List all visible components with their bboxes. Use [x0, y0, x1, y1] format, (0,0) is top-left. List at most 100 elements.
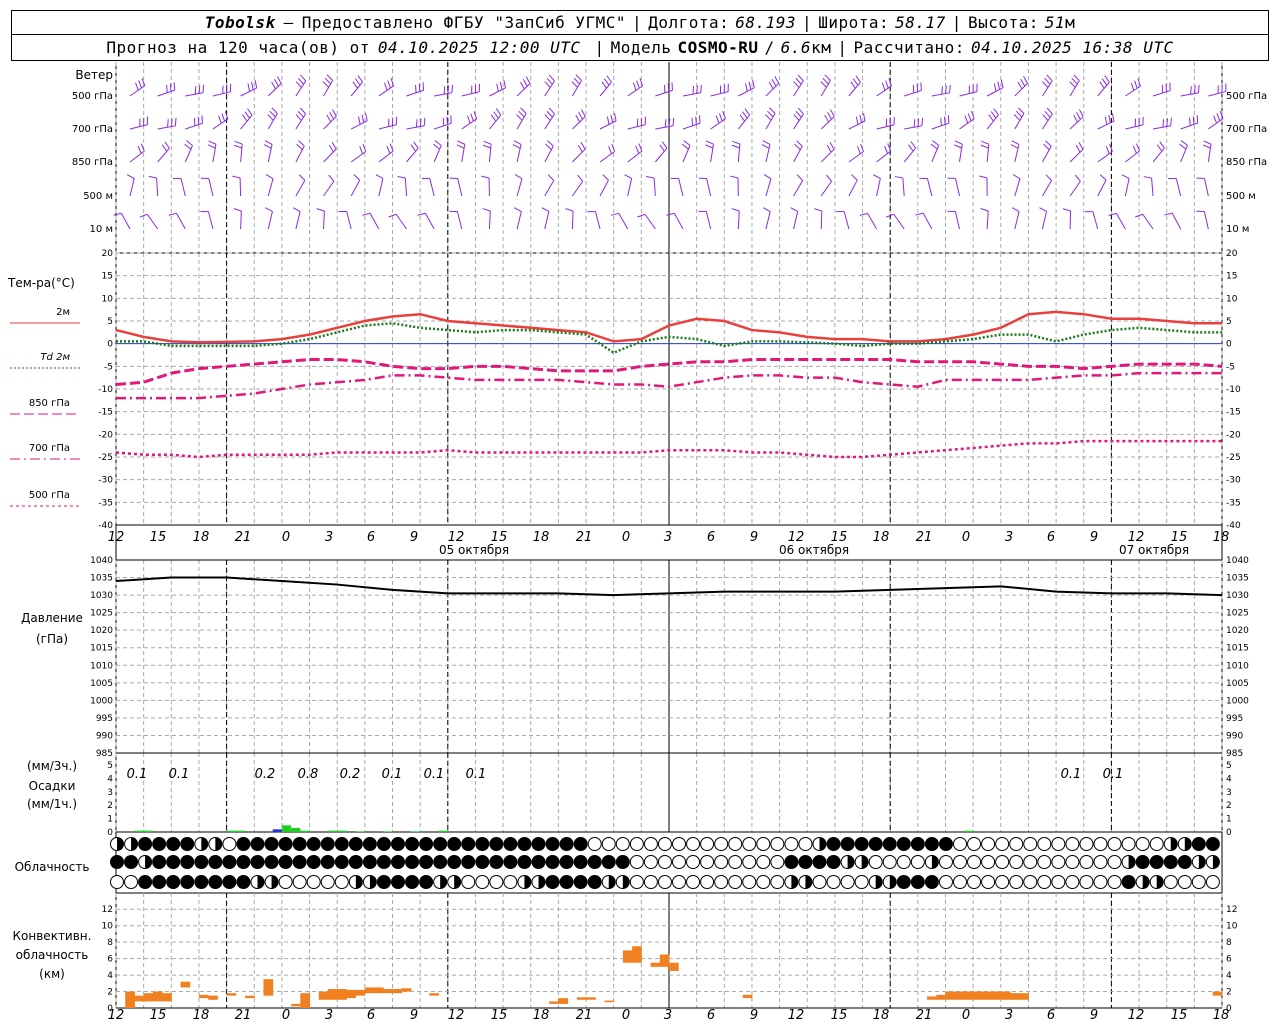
cloud-symbol [1079, 855, 1094, 869]
wind-barb-feather [908, 144, 914, 152]
conv-bar [622, 950, 633, 963]
cloud-symbol [1163, 855, 1178, 869]
legend-label: 700 гПа [29, 443, 70, 454]
cloud-symbol [292, 855, 307, 869]
wind-barb-feather [233, 208, 242, 212]
legend-label: 500 гПа [29, 490, 70, 501]
wind-barb-staff [820, 180, 832, 197]
hour-label: 9 [1090, 530, 1098, 545]
cloud-symbol [447, 837, 462, 851]
wind-barb-feather [207, 144, 216, 149]
wind-barb-feather [353, 174, 361, 181]
wind-barb-feather [1078, 142, 1084, 150]
cloud-symbol [770, 837, 785, 851]
wind-barb-staff [737, 210, 740, 230]
wind-barb-feather [1039, 207, 1047, 212]
cloud-symbol [559, 875, 574, 889]
wind-barb-feather [546, 77, 553, 85]
cloud-symbol [882, 837, 897, 851]
pres-tick: 1035 [90, 574, 113, 584]
wind-barb-staff [323, 116, 337, 130]
conv-bar [263, 979, 274, 996]
wind-barb-staff [1203, 211, 1209, 230]
conv-bar [226, 993, 237, 996]
conv-bar [245, 995, 255, 999]
cloud-symbol [1093, 875, 1108, 889]
wind-barb-feather [168, 212, 177, 216]
wind-barb-feather [851, 174, 858, 181]
cloud-symbol [714, 837, 729, 851]
wind-barb-feather [1164, 212, 1173, 216]
cloud-symbol [166, 837, 181, 851]
hour-label: 18 [873, 530, 890, 545]
wind-barb-staff [765, 178, 772, 197]
cloud-symbol [419, 855, 434, 869]
hour-label-bottom: 6 [707, 1008, 715, 1023]
cloud-symbol [953, 855, 967, 869]
cloud-symbol [475, 875, 490, 889]
wind-barb-staff [793, 145, 803, 163]
hour-label: 9 [750, 530, 758, 545]
wind-barb-staff [627, 178, 633, 197]
cloud-symbol [334, 855, 349, 869]
cloud-symbol [447, 855, 462, 869]
conv-bar [669, 962, 679, 971]
wind-barb-staff [820, 148, 835, 163]
wind-barb-feather [993, 108, 999, 116]
temp-tick-right: -25 [1226, 453, 1241, 463]
wind-barb-staff [267, 178, 274, 197]
cloud-symbol [953, 875, 967, 889]
hour-label: 21 [916, 530, 933, 545]
wind-barb-feather [1074, 174, 1081, 182]
wind-barb-feather [357, 116, 361, 125]
conv-tick: 8 [107, 938, 113, 948]
wind-barb-feather [316, 208, 325, 212]
cloud-symbol [419, 837, 434, 851]
wind-barb-feather [1190, 86, 1192, 95]
cloud-symbol [742, 875, 757, 889]
wind-barb-feather [544, 114, 551, 121]
wind-barb-feather [765, 114, 772, 121]
wind-barb-staff [295, 211, 301, 230]
wind-barb-feather [954, 140, 963, 145]
wind-barb-staff [848, 179, 858, 197]
wind-barb-feather [705, 140, 714, 145]
cloud-symbol [1065, 855, 1080, 869]
conv-bar [346, 989, 357, 999]
cloud-symbol [981, 875, 996, 889]
cloud-symbol [222, 837, 237, 851]
hour-label-bottom: 3 [1005, 1008, 1013, 1023]
cloud-symbol [545, 837, 560, 851]
wind-barb-feather [635, 145, 640, 154]
wind-barb-feather [447, 85, 450, 94]
wind-barb-staff [876, 124, 895, 130]
temp-tick: -30 [98, 476, 113, 486]
cloud-symbol [264, 837, 279, 851]
wind-barb-staff [904, 89, 922, 97]
wind-barb-staff [737, 114, 751, 130]
cloud-symbol [433, 855, 448, 869]
wind-barb-feather [417, 212, 426, 216]
wind-barb-feather [496, 83, 499, 92]
wind-barb-staff [765, 83, 780, 97]
cloud-symbol [503, 875, 518, 889]
cloud-symbol [475, 837, 490, 851]
conv-bar [742, 994, 753, 999]
cloud-symbol [391, 855, 405, 869]
wind-barb-feather [365, 112, 368, 121]
cloud-symbol [362, 837, 377, 851]
wind-barb-staff [1115, 213, 1126, 230]
cloud-symbol [995, 855, 1010, 869]
cloud-symbol [152, 837, 167, 851]
wind-barb-staff [959, 91, 978, 97]
legend-label: 850 гПа [29, 398, 70, 409]
cloud-symbol [629, 875, 644, 889]
wind-barb-staff [627, 150, 643, 163]
cloud-symbol [896, 875, 911, 889]
cloud-half [805, 875, 812, 889]
wind-barb-staff [1042, 146, 1052, 163]
wind-barb-feather [297, 110, 304, 118]
cloud-half [1212, 855, 1220, 869]
wind-barb-staff [655, 125, 674, 130]
wind-barb-feather [174, 117, 177, 126]
